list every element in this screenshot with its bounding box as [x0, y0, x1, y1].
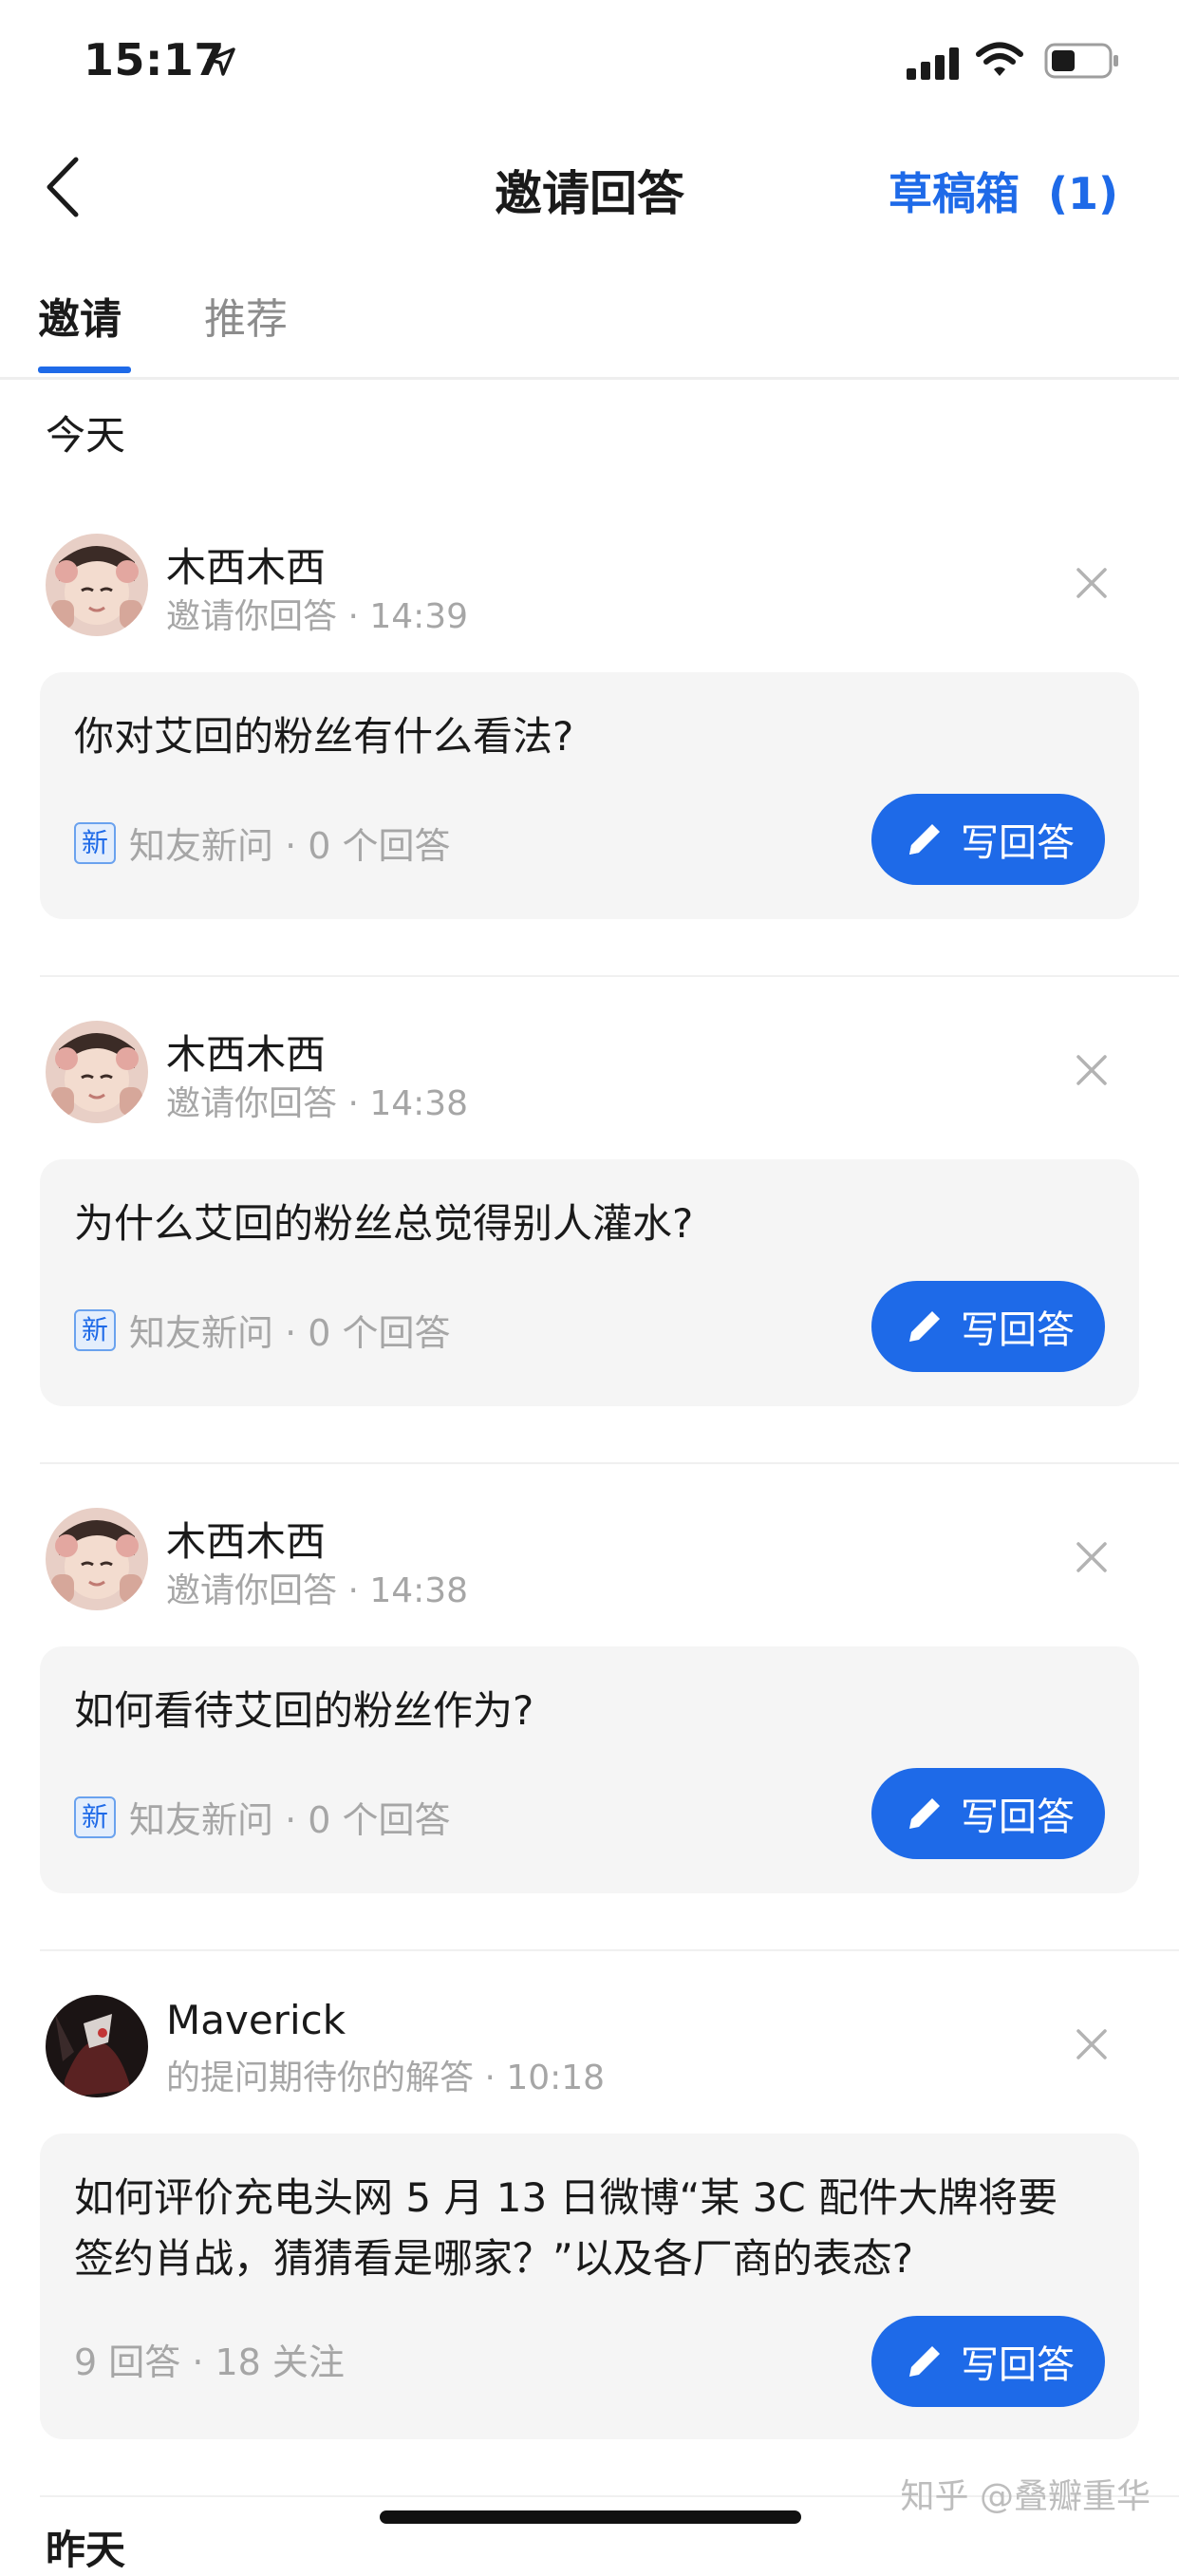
pencil-icon	[909, 1798, 940, 1829]
question-stats-text: 知友新问 · 0 个回答	[129, 1312, 451, 1354]
close-icon[interactable]	[1071, 1049, 1113, 1091]
tab-invite[interactable]: 邀请	[38, 285, 122, 346]
drafts-count: (1)	[1047, 168, 1118, 219]
question-stats-text: 知友新问 · 0 个回答	[129, 1799, 451, 1841]
watermark: 知乎 @叠瓣重华	[900, 2477, 1151, 2516]
close-icon[interactable]	[1071, 1536, 1113, 1578]
pencil-icon	[909, 1311, 940, 1342]
question-stats: 新 知友新问 · 0 个回答	[74, 817, 451, 869]
battery-icon	[1044, 42, 1120, 84]
section-yesterday: 昨天	[46, 2527, 126, 2573]
drafts-button[interactable]: 草稿箱 (1)	[889, 160, 1118, 222]
invitation-item: 木西木西 邀请你回答 · 14:38 如何看待艾回的粉丝作为? 新 知友新问 ·…	[0, 1508, 1179, 1897]
question-title[interactable]: 你对艾回的粉丝有什么看法?	[74, 706, 1080, 767]
invitation-item: 木西木西 邀请你回答 · 14:39 你对艾回的粉丝有什么看法? 新 知友新问 …	[0, 534, 1179, 923]
question-stats-text: 9 回答 · 18 关注	[74, 2341, 345, 2383]
question-stats: 新 知友新问 · 0 个回答	[74, 1791, 451, 1843]
home-indicator[interactable]	[380, 2510, 801, 2524]
question-title[interactable]: 如何看待艾回的粉丝作为?	[74, 1681, 1080, 1741]
divider	[40, 975, 1179, 977]
invite-meta: 邀请你回答 · 14:38	[166, 1571, 469, 1610]
avatar[interactable]	[46, 1508, 148, 1610]
question-card[interactable]: 你对艾回的粉丝有什么看法? 新 知友新问 · 0 个回答 写回答	[40, 672, 1139, 919]
status-time: 15:17	[84, 34, 225, 85]
invite-meta: 邀请你回答 · 14:39	[166, 597, 469, 636]
location-arrow-icon	[207, 47, 235, 80]
divider	[40, 1462, 1179, 1464]
new-badge: 新	[74, 1308, 116, 1351]
write-answer-button[interactable]: 写回答	[871, 1768, 1105, 1859]
question-title[interactable]: 如何评价充电头网 5 月 13 日微博“某 3C 配件大牌将要签约肖战，猜猜看是…	[74, 2168, 1080, 2289]
status-bar: 15:17	[0, 0, 1179, 125]
write-answer-label: 写回答	[961, 821, 1075, 865]
question-stats-text: 知友新问 · 0 个回答	[129, 825, 451, 867]
tab-recommend[interactable]: 推荐	[204, 285, 288, 346]
divider	[40, 1949, 1179, 1951]
question-card[interactable]: 为什么艾回的粉丝总觉得别人灌水? 新 知友新问 · 0 个回答 写回答	[40, 1159, 1139, 1406]
write-answer-button[interactable]: 写回答	[871, 794, 1105, 885]
question-stats: 新 知友新问 · 0 个回答	[74, 1304, 451, 1356]
invitation-item: Maverick 的提问期待你的解答 · 10:18 如何评价充电头网 5 月 …	[0, 1995, 1179, 2441]
invite-meta: 的提问期待你的解答 · 10:18	[166, 2059, 606, 2097]
write-answer-label: 写回答	[961, 1308, 1075, 1352]
write-answer-button[interactable]: 写回答	[871, 1281, 1105, 1372]
tab-active-indicator	[38, 367, 131, 373]
close-icon[interactable]	[1071, 2023, 1113, 2065]
inviter-name[interactable]: Maverick	[166, 1997, 346, 2043]
write-answer-label: 写回答	[961, 1796, 1075, 1839]
question-stats: 9 回答 · 18 关注	[74, 2333, 345, 2385]
question-card[interactable]: 如何评价充电头网 5 月 13 日微博“某 3C 配件大牌将要签约肖战，猜猜看是…	[40, 2134, 1139, 2439]
question-title[interactable]: 为什么艾回的粉丝总觉得别人灌水?	[74, 1194, 1080, 1254]
cellular-signal-icon	[907, 47, 960, 84]
question-card[interactable]: 如何看待艾回的粉丝作为? 新 知友新问 · 0 个回答 写回答	[40, 1646, 1139, 1893]
inviter-name[interactable]: 木西木西	[166, 1023, 326, 1081]
invitation-item: 木西木西 邀请你回答 · 14:38 为什么艾回的粉丝总觉得别人灌水? 新 知友…	[0, 1021, 1179, 1410]
inviter-name[interactable]: 木西木西	[166, 536, 326, 593]
close-icon[interactable]	[1071, 562, 1113, 604]
drafts-label: 草稿箱	[888, 168, 1020, 219]
invite-meta: 邀请你回答 · 14:38	[166, 1084, 469, 1123]
avatar[interactable]	[46, 534, 148, 636]
write-answer-button[interactable]: 写回答	[871, 2316, 1105, 2407]
new-badge: 新	[74, 821, 116, 864]
pencil-icon	[909, 2346, 940, 2377]
new-badge: 新	[74, 1796, 116, 1838]
nav-bar: 邀请回答 草稿箱 (1)	[0, 133, 1179, 237]
wifi-icon	[976, 42, 1023, 82]
section-today: 今天	[46, 412, 126, 459]
write-answer-label: 写回答	[961, 2343, 1075, 2387]
avatar[interactable]	[46, 1021, 148, 1123]
pencil-icon	[909, 824, 940, 855]
avatar[interactable]	[46, 1995, 148, 2097]
inviter-name[interactable]: 木西木西	[166, 1510, 326, 1568]
tab-bar: 邀请 推荐	[0, 271, 1179, 380]
